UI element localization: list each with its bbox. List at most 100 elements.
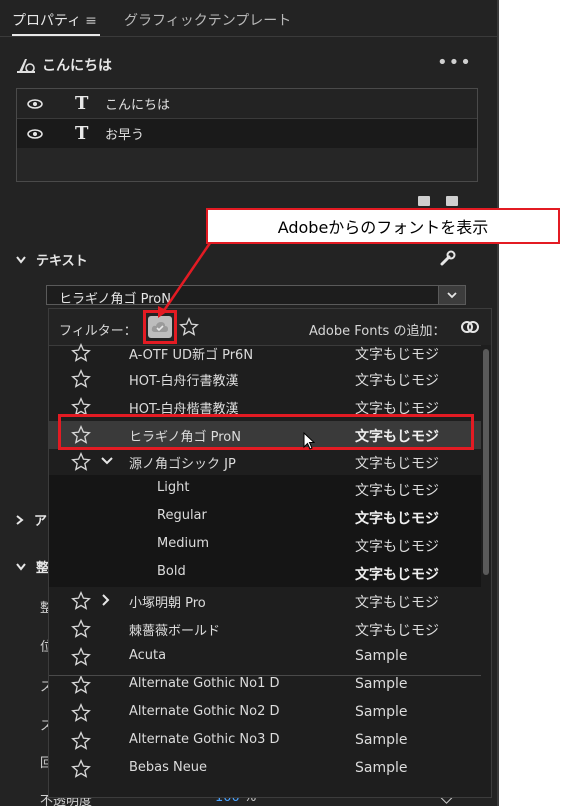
more-options-icon[interactable]: ••• xyxy=(437,52,472,73)
layer-row[interactable]: T こんにちは xyxy=(17,89,477,119)
font-name: 小塚明朝 Pro xyxy=(129,596,206,611)
favorite-star-icon[interactable] xyxy=(71,759,91,783)
properties-panel: プロパティ ≡ グラフィックテンプレート こんにちは ••• T こんにちは T … xyxy=(0,0,497,806)
font-list-item[interactable]: Bebas Neue Sample xyxy=(49,755,481,783)
layers-list: T こんにちは T お早う xyxy=(16,88,478,182)
favorite-star-icon[interactable] xyxy=(71,619,91,643)
font-list: A-OTF UD新ゴ Pr6N 文字もじモジ HOT-白舟行書教漢 文字もじモジ HOT… xyxy=(49,343,491,797)
text-layer-icon: T xyxy=(75,93,89,114)
text-section-header[interactable]: テキスト xyxy=(16,250,88,269)
chevron-down-icon xyxy=(16,562,26,571)
creative-cloud-icon[interactable] xyxy=(460,318,480,336)
favorite-star-icon[interactable] xyxy=(71,369,91,393)
font-sample: 文字もじモジ xyxy=(355,483,439,499)
font-family-value: ヒラギノ角ゴ ProN xyxy=(59,292,171,307)
font-list-item[interactable]: Alternate Gothic No2 D Sample xyxy=(49,699,481,727)
annotation-callout: Adobeからのフォントを表示 xyxy=(206,208,560,244)
favorite-star-icon[interactable] xyxy=(71,452,91,476)
eye-icon[interactable] xyxy=(27,98,43,109)
font-list-item[interactable]: Acuta Sample xyxy=(49,643,481,671)
chevron-right-icon xyxy=(16,514,24,525)
graphic-layer-icon xyxy=(17,59,35,73)
font-name: 棘薔薇ボールド xyxy=(129,624,221,639)
font-family-select[interactable]: ヒラギノ角ゴ ProN xyxy=(46,285,466,307)
text-layer-icon: T xyxy=(75,123,89,144)
font-name: Light xyxy=(157,480,190,495)
font-sample: 文字もじモジ xyxy=(355,539,439,555)
font-name: Alternate Gothic No2 D xyxy=(129,704,280,719)
font-name: Acuta xyxy=(129,648,167,663)
font-name: Bold xyxy=(157,564,186,579)
annotation-highlight-font xyxy=(58,414,474,450)
font-list-item[interactable]: Alternate Gothic No3 D Sample xyxy=(49,727,481,755)
layer-name: こんにちは xyxy=(105,98,171,113)
font-sample: 文字もじモジ xyxy=(355,623,439,639)
font-list-item[interactable]: 棘薔薇ボールド 文字もじモジ xyxy=(49,615,481,643)
favorite-star-icon[interactable] xyxy=(71,647,91,671)
chevron-right-icon[interactable] xyxy=(101,594,111,610)
add-adobe-fonts-label: Adobe Fonts の追加： xyxy=(309,324,446,339)
chevron-down-icon xyxy=(447,291,457,298)
tab-properties-label: プロパティ xyxy=(12,13,82,29)
font-list-item[interactable]: 源ノ角ゴシック JP 文字もじモジ xyxy=(49,448,481,476)
favorite-star-icon[interactable] xyxy=(71,703,91,727)
font-list-item[interactable]: HOT-白舟行書教漢 文字もじモジ xyxy=(49,365,481,393)
list-divider xyxy=(49,675,481,676)
favorite-star-icon[interactable] xyxy=(71,591,91,615)
panel-edge xyxy=(497,0,499,806)
font-sample: Sample xyxy=(355,732,408,748)
clip-title: こんにちは xyxy=(42,58,112,74)
clip-header: こんにちは xyxy=(16,55,112,75)
section-label: テキスト xyxy=(36,254,88,269)
font-name: A-OTF UD新ゴ Pr6N xyxy=(129,348,254,363)
font-sample: 文字もじモジ xyxy=(355,567,439,583)
section-label: ア xyxy=(34,514,48,529)
new-group-icon[interactable] xyxy=(418,196,430,206)
font-sample: 文字もじモジ xyxy=(355,456,439,472)
font-dropdown: フィルター： Adobe Fonts の追加： A-OTF UD新ゴ Pr6N 文… xyxy=(48,308,492,798)
font-name: Bebas Neue xyxy=(129,760,207,775)
font-sample: 文字もじモジ xyxy=(355,595,439,611)
tab-bar: プロパティ ≡ グラフィックテンプレート xyxy=(0,0,497,37)
eye-icon[interactable] xyxy=(27,128,43,139)
font-name: Medium xyxy=(157,536,209,551)
font-sample: Sample xyxy=(355,648,408,664)
font-list-item[interactable]: Bold 文字もじモジ xyxy=(49,559,481,587)
chevron-down-icon xyxy=(16,255,26,264)
favorite-star-icon[interactable] xyxy=(71,343,91,367)
font-sample: 文字もじモジ xyxy=(355,511,439,527)
panel-menu-icon[interactable]: ≡ xyxy=(85,13,97,29)
layer-row[interactable]: T お早う xyxy=(17,119,477,148)
annotation-highlight-filter xyxy=(143,310,177,344)
chevron-down-icon[interactable] xyxy=(101,455,113,470)
layer-actions xyxy=(418,196,458,206)
favorite-star-icon[interactable] xyxy=(71,675,91,699)
font-list-item[interactable]: Regular 文字もじモジ xyxy=(49,503,481,531)
font-sample: 文字もじモジ xyxy=(355,347,439,363)
font-list-item[interactable]: Medium 文字もじモジ xyxy=(49,531,481,559)
align-section-header[interactable]: 整 xyxy=(16,557,49,576)
active-tab-underline xyxy=(12,34,100,36)
font-sample: Sample xyxy=(355,676,408,692)
font-name: Alternate Gothic No3 D xyxy=(129,732,280,747)
appearance-section-header[interactable]: ア xyxy=(16,510,47,529)
font-sample: 文字もじモジ xyxy=(355,373,439,389)
font-sample: Sample xyxy=(355,760,408,776)
font-list-item[interactable]: 小塚明朝 Pro 文字もじモジ xyxy=(49,587,481,615)
font-name: Alternate Gothic No1 D xyxy=(129,676,280,691)
font-sample: Sample xyxy=(355,704,408,720)
wrench-icon[interactable] xyxy=(440,250,456,266)
scrollbar-thumb[interactable] xyxy=(483,349,489,575)
dropdown-button[interactable] xyxy=(438,286,465,304)
favorites-filter-star-icon[interactable] xyxy=(179,317,199,337)
tab-properties[interactable]: プロパティ ≡ xyxy=(12,10,100,36)
new-layer-icon[interactable] xyxy=(446,196,458,206)
font-list-item[interactable]: A-OTF UD新ゴ Pr6N 文字もじモジ xyxy=(49,339,481,367)
favorite-star-icon[interactable] xyxy=(71,731,91,755)
font-name: 源ノ角ゴシック JP xyxy=(129,457,236,472)
font-list-item[interactable]: Light 文字もじモジ xyxy=(49,475,481,503)
font-name: HOT-白舟行書教漢 xyxy=(129,374,239,389)
layer-name: お早う xyxy=(105,128,145,143)
tab-graphic-templates[interactable]: グラフィックテンプレート xyxy=(124,10,291,30)
scrollbar[interactable] xyxy=(481,345,491,797)
